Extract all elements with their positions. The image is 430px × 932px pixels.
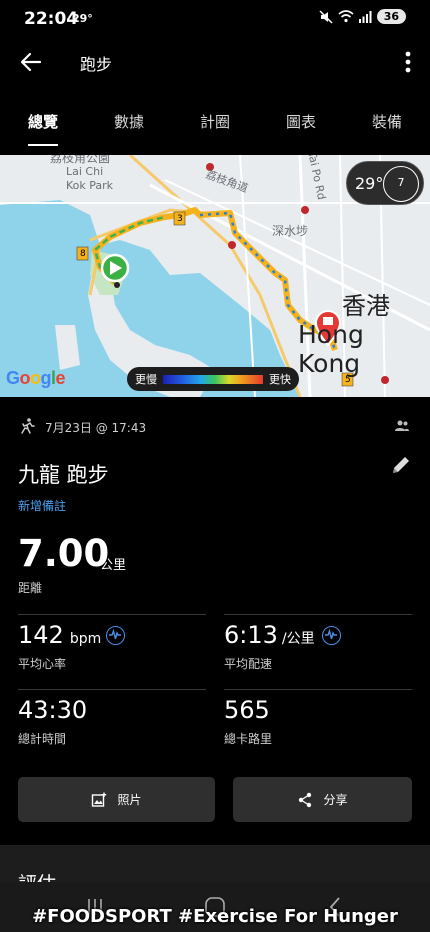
pace-stat: 6:13/公里 <box>224 621 315 649</box>
more-vert-icon <box>405 51 411 73</box>
speed-gradient-bar <box>163 374 263 384</box>
signal-icon <box>358 10 372 23</box>
legend-slow-label: 更慢 <box>135 373 157 386</box>
uv-index-value: 7 <box>397 176 405 189</box>
photos-button[interactable]: 照片 <box>18 777 215 822</box>
pulse-wave-icon <box>109 628 121 640</box>
pace-unit: /公里 <box>281 631 315 647</box>
tab-charts[interactable]: 圖表 <box>258 100 344 146</box>
status-icons: 36 <box>319 9 406 24</box>
tab-gear[interactable]: 裝備 <box>344 100 430 146</box>
pencil-icon <box>393 457 409 473</box>
map-label-park-en-1: Lai Chi <box>66 165 104 178</box>
hashtag-watermark: #FOODSPORT #Exercise For Hunger <box>32 906 398 927</box>
map-label-park-en-2: Kok Park <box>66 179 114 192</box>
pulse-wave-icon <box>325 628 337 640</box>
heart-rate-chart-icon[interactable] <box>106 626 125 645</box>
photos-button-label: 照片 <box>117 793 142 807</box>
route-number-5: 5 <box>345 375 351 385</box>
edit-button[interactable] <box>390 454 412 476</box>
activity-date: 7月23日 @ 17:43 <box>45 421 147 435</box>
wifi-icon <box>338 10 354 23</box>
battery-icon: 36 <box>376 9 406 24</box>
heart-rate-stat: 142 bpm <box>18 621 101 649</box>
divider <box>224 689 412 690</box>
running-icon <box>21 418 35 434</box>
divider <box>18 614 206 615</box>
map-label-city-zh: 香港 <box>342 292 390 320</box>
share-icon <box>299 792 312 807</box>
distance-label: 距離 <box>18 581 43 595</box>
duration-label: 總計時間 <box>18 732 67 746</box>
group-icon <box>395 420 409 431</box>
legend-fast-label: 更快 <box>269 373 291 386</box>
mute-icon <box>319 9 333 24</box>
tab-overview[interactable]: 總覽 <box>0 100 86 146</box>
duration-value: 43:30 <box>18 696 88 724</box>
tab-data[interactable]: 數據 <box>86 100 172 146</box>
activity-meta-row: 7月23日 @ 17:43 <box>18 417 412 437</box>
tab-laps[interactable]: 計圈 <box>172 100 258 146</box>
heart-rate-unit: bpm <box>69 631 102 647</box>
add-note-link[interactable]: 新增備註 <box>18 497 66 514</box>
divider <box>224 614 412 615</box>
more-options-button[interactable] <box>398 46 418 78</box>
route-number-8: 8 <box>80 249 86 259</box>
distance-unit: 公里 <box>100 558 127 573</box>
page-title: 跑步 <box>80 55 113 74</box>
pace-chart-icon[interactable] <box>322 626 341 645</box>
weather-temperature: 29° <box>355 174 384 193</box>
share-button[interactable]: 分享 <box>233 777 412 822</box>
divider <box>18 689 206 690</box>
share-button-label: 分享 <box>323 793 348 807</box>
add-photo-icon <box>92 792 107 807</box>
pace-label: 平均配速 <box>224 657 273 671</box>
app-bar: 跑步 <box>0 38 430 86</box>
pace-value: 6:13 <box>224 621 278 649</box>
heart-rate-value: 142 <box>18 621 64 649</box>
google-logo: Google <box>6 368 66 388</box>
calories-value: 565 <box>224 696 270 724</box>
heart-rate-label: 平均心率 <box>18 657 67 671</box>
tab-bar: 總覽 數據 計圈 圖表 裝備 <box>0 100 430 146</box>
distance-value: 7.00 <box>18 532 110 575</box>
arrow-left-icon <box>20 52 42 72</box>
map-label-city-en: Hong Kong <box>298 320 364 378</box>
map-label-district: 深水埗 <box>272 224 309 238</box>
route-map[interactable]: 荔枝角公園 Lai Chi Kok Park 荔枝角道 Tai Po Rd 深水… <box>0 155 430 397</box>
route-number-3: 3 <box>177 214 183 224</box>
back-button[interactable] <box>14 46 48 78</box>
status-bar: 22:04 29° 36 <box>0 0 430 38</box>
calories-label: 總卡路里 <box>224 732 273 746</box>
activity-title: 九龍 跑步 <box>18 463 109 487</box>
uv-index-dial: 7 <box>383 166 419 202</box>
speed-legend: 更慢 更快 <box>127 367 299 391</box>
weather-badge: 29° 7 <box>346 161 424 205</box>
status-temperature: 29° <box>72 12 93 25</box>
status-time: 22:04 <box>24 9 79 29</box>
